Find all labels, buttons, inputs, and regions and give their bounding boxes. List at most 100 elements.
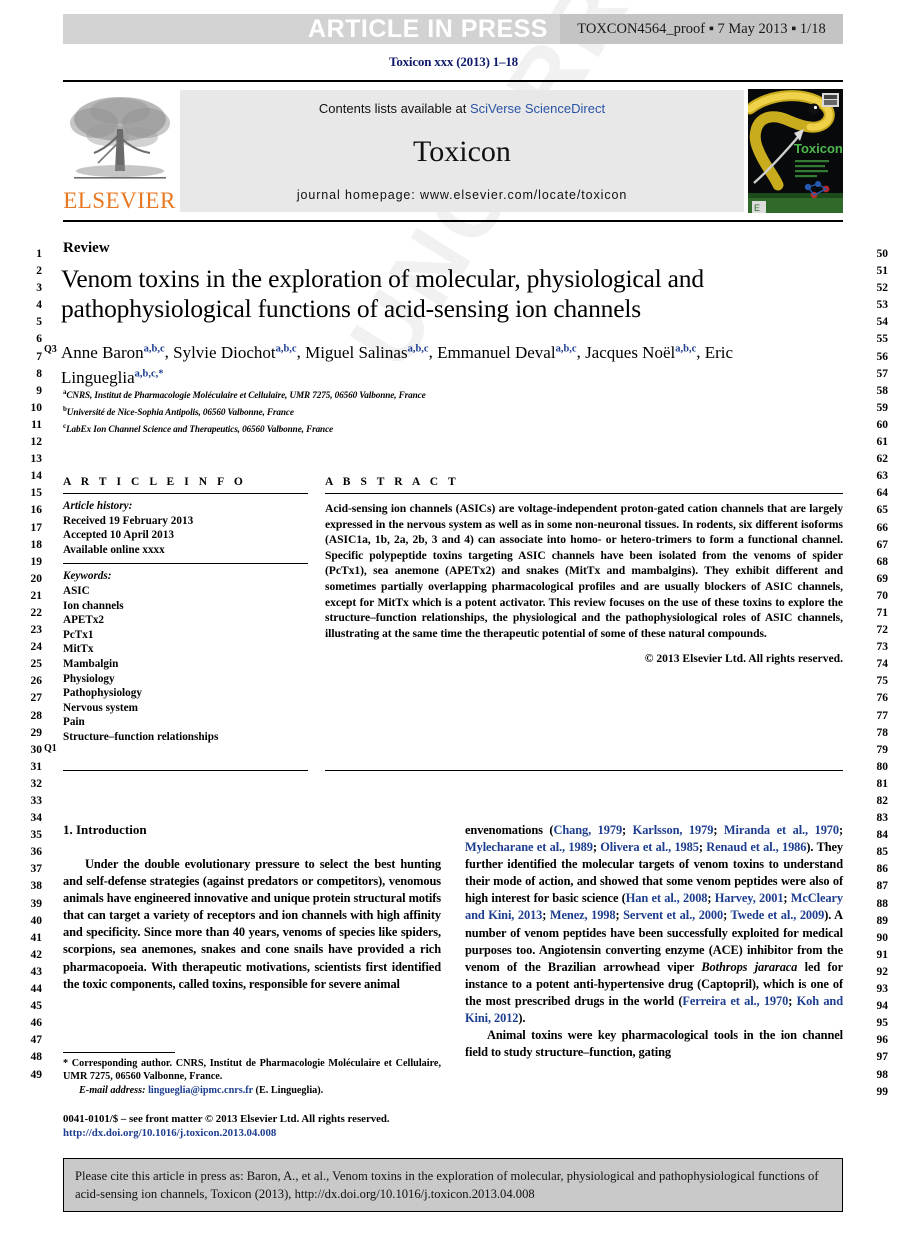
line-number: 45 — [30, 1000, 43, 1013]
citation-reference[interactable]: Servent et al., 2000 — [623, 908, 723, 922]
citation-reference[interactable]: Harvey, 2001 — [715, 891, 784, 905]
keyword-item: Physiology — [63, 672, 115, 685]
line-number: 20 — [30, 572, 43, 585]
introduction-heading: 1. Introduction — [63, 822, 147, 837]
line-number: 29 — [30, 726, 43, 739]
line-number: 55 — [876, 333, 889, 346]
citation-reference[interactable]: Miranda et al., 1970 — [724, 823, 839, 837]
introduction-left-column: 1. Introduction Under the double evoluti… — [63, 822, 441, 993]
citation-reference[interactable]: Menez, 1998 — [550, 908, 616, 922]
line-number: 3 — [36, 282, 42, 295]
query-mark-q3: Q3 — [44, 344, 57, 355]
citation-reference[interactable]: Ferreira et al., 1970 — [682, 994, 788, 1008]
line-number: 31 — [30, 760, 43, 773]
proof-info-text: TOXCON4564_proof ▪ 7 May 2013 ▪ 1/18 — [577, 20, 826, 37]
history-accepted: Accepted 10 April 2013 — [63, 529, 174, 542]
citation-reference[interactable]: Karlsson, 1979 — [633, 823, 714, 837]
line-number: 92 — [876, 965, 889, 978]
article-info-column: A R T I C L E I N F O Article history: R… — [63, 476, 308, 751]
line-number: 98 — [876, 1068, 889, 1081]
line-number: 41 — [30, 931, 43, 944]
introduction-paragraph-2: Animal toxins were key pharmacological t… — [465, 1028, 843, 1060]
line-number: 47 — [30, 1034, 43, 1047]
article-info-rule-bottom — [63, 770, 308, 771]
line-number: 38 — [30, 880, 43, 893]
line-number: 51 — [876, 265, 889, 278]
footnote-rule — [63, 1052, 175, 1053]
line-number: 77 — [876, 709, 889, 722]
line-number: 95 — [876, 1017, 889, 1030]
line-number: 21 — [30, 589, 43, 602]
affiliation-marker: c — [63, 421, 67, 430]
author-name: Emmanuel Devala,b,c — [437, 342, 577, 362]
footnote-email-line: E-mail address: lingueglia@ipmc.cnrs.fr … — [63, 1084, 441, 1097]
line-number: 90 — [876, 931, 889, 944]
line-number: 19 — [30, 555, 43, 568]
author-affiliation-marks: a,b,c — [143, 343, 165, 354]
line-number: 88 — [876, 897, 889, 910]
svg-text:E: E — [754, 203, 760, 213]
line-number: 91 — [876, 948, 889, 961]
email-address-label: E-mail address: — [79, 1084, 146, 1096]
corresponding-email-link[interactable]: lingueglia@ipmc.cnrs.fr — [148, 1085, 253, 1096]
citation-reference[interactable]: Twede et al., 2009 — [731, 908, 825, 922]
masthead-center: Contents lists available at SciVerse Sci… — [180, 90, 744, 212]
line-number: 48 — [30, 1051, 43, 1064]
line-number: 73 — [876, 641, 889, 654]
species-name: Bothrops jararaca — [701, 959, 798, 974]
line-number: 37 — [30, 863, 43, 876]
citation-reference[interactable]: Han et al., 2008 — [626, 891, 708, 905]
line-number: 59 — [876, 401, 889, 414]
line-number: 18 — [30, 538, 43, 551]
line-number: 60 — [876, 418, 889, 431]
introduction-right-column: envenomations (Chang, 1979; Karlsson, 19… — [465, 822, 843, 1061]
introduction-paragraph: Under the double evolutionary pressure t… — [63, 857, 441, 991]
author-affiliation-marks: a,b,c — [555, 343, 577, 354]
line-number: 4 — [36, 299, 42, 312]
citation-reference[interactable]: Chang, 1979 — [553, 823, 622, 837]
journal-homepage[interactable]: journal homepage: www.elsevier.com/locat… — [297, 188, 627, 202]
keyword-item: PcTx1 — [63, 628, 94, 641]
line-number: 16 — [30, 504, 43, 517]
affiliation-item: aCNRS, Institut de Pharmacologie Molécul… — [63, 388, 426, 401]
line-number: 79 — [876, 743, 889, 756]
history-online: Available online xxxx — [63, 543, 165, 556]
article-history-block: Article history: Received 19 February 20… — [63, 494, 308, 563]
keyword-item: Ion channels — [63, 599, 124, 612]
corresponding-author-footnote: * Corresponding author. CNRS, Institut d… — [63, 1052, 441, 1097]
author-name: Miguel Salinasa,b,c — [305, 342, 429, 362]
line-number: 78 — [876, 726, 889, 739]
introduction-paragraph-continued: envenomations (Chang, 1979; Karlsson, 19… — [465, 823, 844, 1026]
line-number: 81 — [876, 777, 889, 790]
abstract-heading: A B S T R A C T — [325, 476, 460, 488]
line-number: 75 — [876, 675, 889, 688]
citation-reference[interactable]: Renaud et al., 1986 — [706, 840, 806, 854]
affiliation-list: aCNRS, Institut de Pharmacologie Molécul… — [63, 386, 763, 437]
citation-reference[interactable]: Olivera et al., 1985 — [600, 840, 699, 854]
line-number: 50 — [876, 248, 889, 260]
journal-cover-image: Toxicon E — [748, 89, 843, 213]
running-head: Toxicon xxx (2013) 1–18 — [389, 54, 518, 69]
author-affiliation-marks: a,b,c — [407, 343, 429, 354]
line-number: 83 — [876, 812, 889, 825]
email-owner: (E. Lingueglia). — [255, 1084, 324, 1096]
citation-reference[interactable]: Mylecharane et al., 1989 — [465, 840, 593, 854]
contents-prefix: Contents lists available at — [318, 101, 470, 116]
line-number: 9 — [36, 384, 42, 397]
line-number: 15 — [30, 487, 43, 500]
affiliation-item: bUniversité de Nice-Sophia Antipolis, 06… — [63, 404, 294, 417]
line-number: 46 — [30, 1017, 43, 1030]
article-in-press-text: ARTICLE IN PRESS — [308, 14, 548, 43]
article-type-kicker: Review — [63, 240, 110, 256]
doi-link[interactable]: http://dx.doi.org/10.1016/j.toxicon.2013… — [63, 1126, 563, 1140]
keyword-item: Nervous system — [63, 701, 138, 714]
line-number: 6 — [36, 333, 42, 346]
line-number: 65 — [876, 504, 889, 517]
line-number: 32 — [30, 777, 43, 790]
journal-title: Toxicon — [413, 135, 511, 168]
line-number: 39 — [30, 897, 43, 910]
line-number: 72 — [876, 624, 889, 637]
sciencedirect-link[interactable]: SciVerse ScienceDirect — [470, 101, 605, 116]
keyword-item: APETx2 — [63, 614, 105, 627]
line-number: 34 — [30, 812, 43, 825]
